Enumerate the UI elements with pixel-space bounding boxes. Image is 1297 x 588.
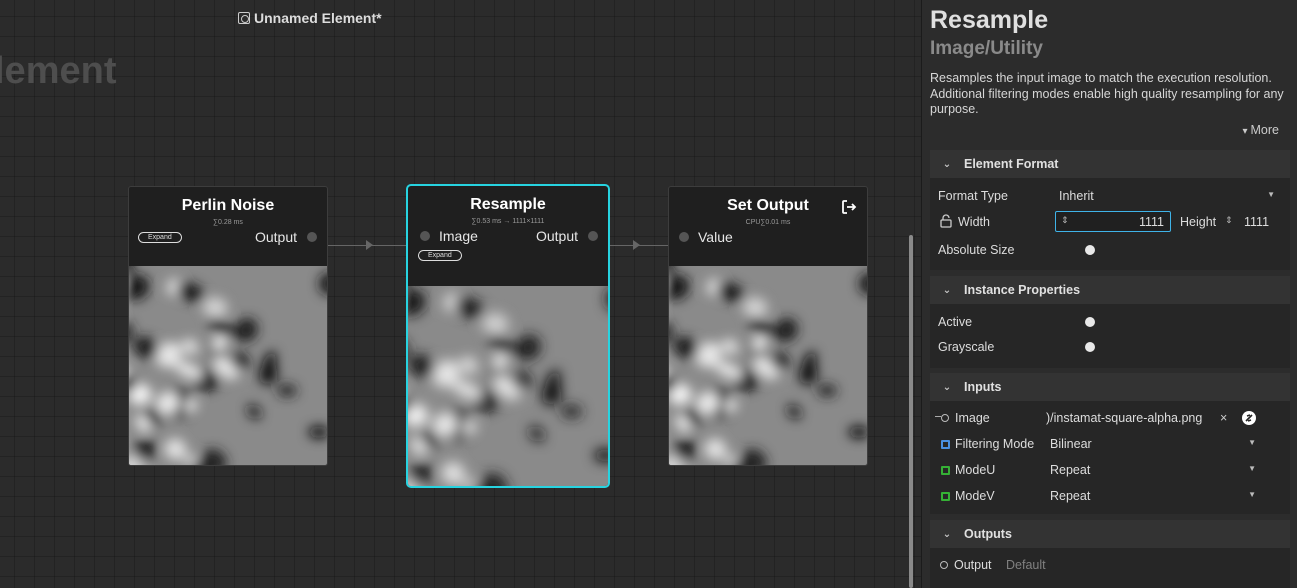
section-outputs: ⌄ Outputs Output Default [930, 520, 1290, 588]
node-title: Perlin Noise [181, 197, 275, 214]
chevron-down-icon: ▼ [1248, 464, 1256, 473]
section-header[interactable]: ⌄ Instance Properties [930, 276, 1290, 304]
output-value: Default [1006, 558, 1046, 572]
section-instance-properties: ⌄ Instance Properties Active Grayscale [930, 276, 1290, 368]
document-title-text: Unnamed Element* [254, 10, 382, 26]
section-element-format: ⌄ Element Format Format Type Inherit ▼ W… [930, 150, 1290, 270]
element-icon [238, 12, 250, 24]
section-header[interactable]: ⌄ Inputs [930, 373, 1290, 401]
output-port[interactable] [588, 231, 598, 241]
image-input-label: Image [955, 411, 990, 425]
output-port-label: Output [535, 228, 578, 244]
image-port-icon[interactable] [941, 414, 949, 422]
width-label: Width [958, 215, 990, 229]
node-set-output[interactable]: Set Output CPU∑0.01 ms Value [668, 186, 868, 466]
chevron-down-icon: ⌄ [942, 381, 952, 393]
active-toggle[interactable] [1055, 314, 1101, 330]
section-title: Inputs [964, 380, 1002, 394]
format-type-label: Format Type [938, 189, 1008, 203]
modeu-label: ModeU [955, 463, 996, 477]
wire-arrow-icon [366, 240, 373, 250]
width-input[interactable]: ⇕ 1111 [1055, 211, 1171, 232]
output-label: Output [954, 558, 992, 572]
chevron-down-icon: ▼ [1248, 438, 1256, 447]
absolute-size-toggle[interactable] [1055, 242, 1101, 258]
chevron-down-icon: ⌄ [942, 528, 952, 540]
panel-category: Image/Utility [930, 38, 1043, 59]
node-stats: ∑0.28 ms [213, 219, 243, 226]
modeu-dropdown[interactable]: Repeat ▼ [1046, 460, 1262, 480]
filtering-mode-label: Filtering Mode [955, 437, 1035, 451]
grayscale-label: Grayscale [938, 340, 995, 354]
stepper-icon[interactable]: ⇕ [1061, 215, 1069, 226]
width-value: 1111 [1138, 215, 1164, 229]
section-title: Element Format [964, 157, 1059, 171]
document-title: Unnamed Element* [238, 10, 382, 26]
chevron-down-icon: ▼ [1267, 190, 1275, 199]
chevron-down-icon: ⌄ [942, 158, 952, 170]
output-port-label: Output [254, 229, 297, 245]
height-value[interactable]: 1111 [1244, 215, 1269, 229]
properties-panel: Resample Image/Utility Resamples the inp… [921, 0, 1297, 588]
chevron-down-icon: ⌄ [942, 284, 952, 296]
modev-dropdown[interactable]: Repeat ▼ [1046, 486, 1262, 506]
section-header[interactable]: ⌄ Element Format [930, 150, 1290, 178]
more-button[interactable]: More [1242, 123, 1279, 137]
modeu-port-icon[interactable] [941, 466, 950, 475]
format-type-value: Inherit [1059, 189, 1094, 203]
section-title: Outputs [964, 527, 1012, 541]
expand-button[interactable]: Expand [418, 250, 462, 261]
node-stats: CPU∑0.01 ms [745, 219, 791, 226]
active-label: Active [938, 315, 973, 329]
section-header[interactable]: ⌄ Outputs [930, 520, 1290, 548]
input-port[interactable] [420, 231, 430, 241]
wire-arrow-icon [633, 240, 640, 250]
output-port[interactable] [307, 232, 317, 242]
filtering-mode-port-icon[interactable] [941, 440, 950, 449]
panel-title: Resample [930, 6, 1049, 34]
chevron-down-icon: ▼ [1248, 490, 1256, 499]
modeu-value: Repeat [1050, 463, 1091, 477]
input-port-label: Image [439, 228, 478, 244]
node-title: Resample [470, 196, 546, 213]
input-port[interactable] [679, 232, 689, 242]
node-graph-canvas[interactable]: Unnamed Element* lement Perlin Noise ∑0.… [0, 0, 921, 588]
format-type-dropdown[interactable]: Inherit ▼ [1055, 186, 1281, 206]
output-port-icon[interactable] [940, 561, 948, 569]
absolute-size-label: Absolute Size [938, 243, 1015, 257]
modev-label: ModeV [955, 489, 995, 503]
input-port-label: Value [698, 229, 733, 245]
filtering-mode-dropdown[interactable]: Bilinear ▼ [1046, 434, 1262, 454]
height-label: Height [1180, 215, 1217, 229]
node-title: Set Output [727, 197, 809, 214]
export-icon[interactable] [841, 199, 857, 220]
section-title: Instance Properties [964, 283, 1081, 297]
node-perlin-noise[interactable]: Perlin Noise ∑0.28 ms Expand Output [128, 186, 328, 466]
instamat-logo-icon[interactable] [1241, 410, 1257, 429]
section-inputs: ⌄ Inputs Image )/instamat-square-alpha.p… [930, 373, 1290, 514]
node-stats: ∑0.53 ms → 1111×1111 [471, 218, 545, 225]
canvas-scrollbar[interactable] [909, 235, 913, 588]
expand-button[interactable]: Expand [138, 232, 182, 243]
node-preview-image [129, 266, 327, 465]
node-preview-image [408, 286, 608, 486]
stepper-icon[interactable]: ⇕ [1225, 215, 1233, 226]
clear-icon[interactable]: × [1220, 411, 1227, 425]
lock-icon[interactable] [940, 214, 952, 231]
modev-port-icon[interactable] [941, 492, 950, 501]
node-preview-image [669, 266, 867, 465]
image-file-value[interactable]: )/instamat-square-alpha.png [1046, 411, 1212, 425]
filtering-mode-value: Bilinear [1050, 437, 1092, 451]
grayscale-toggle[interactable] [1055, 339, 1101, 355]
node-resample[interactable]: Resample ∑0.53 ms → 1111×1111 Image Outp… [406, 184, 610, 488]
panel-description: Resamples the input image to match the e… [930, 71, 1284, 116]
modev-value: Repeat [1050, 489, 1091, 503]
canvas-watermark: lement [0, 50, 117, 92]
